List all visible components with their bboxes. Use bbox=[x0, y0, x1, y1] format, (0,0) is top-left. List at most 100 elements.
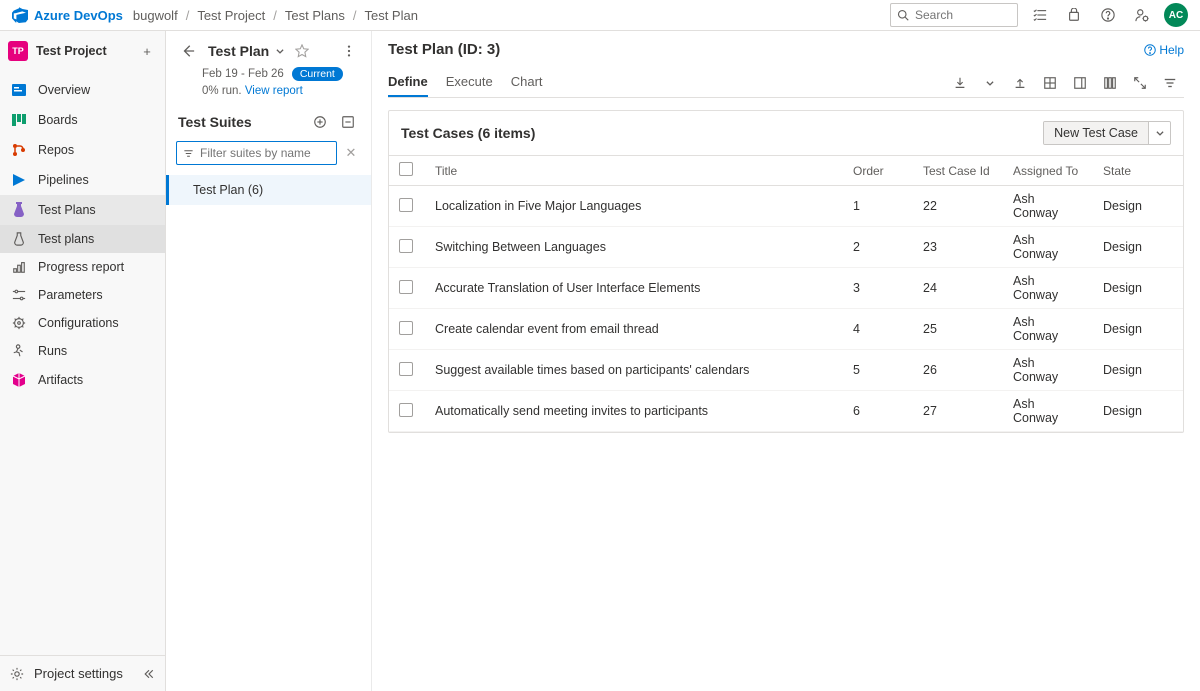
nav-boards[interactable]: Boards bbox=[0, 105, 165, 135]
person-settings-icon[interactable] bbox=[1130, 3, 1154, 27]
brand-name[interactable]: Azure DevOps bbox=[34, 8, 123, 23]
test-cases-card: Test Cases (6 items) New Test Case Title… bbox=[388, 110, 1184, 433]
checklist-icon[interactable] bbox=[1028, 3, 1052, 27]
search-field[interactable] bbox=[915, 8, 1011, 22]
project-settings-label: Project settings bbox=[34, 666, 123, 681]
tab-define[interactable]: Define bbox=[388, 68, 428, 97]
nav-label: Artifacts bbox=[38, 373, 83, 387]
help-button[interactable]: Help bbox=[1144, 43, 1184, 57]
subnav-parameters[interactable]: Parameters bbox=[0, 281, 165, 309]
back-button[interactable] bbox=[178, 41, 198, 61]
cell-assigned: Ash Conway bbox=[1003, 350, 1093, 391]
suites-title: Test Suites bbox=[178, 114, 303, 130]
configurations-icon bbox=[10, 314, 28, 332]
table-row[interactable]: Switching Between Languages223Ash Conway… bbox=[389, 227, 1183, 268]
crumb-sep: / bbox=[273, 8, 277, 23]
filter-suites-input[interactable] bbox=[176, 141, 337, 165]
row-checkbox[interactable] bbox=[399, 198, 413, 212]
nav-artifacts[interactable]: Artifacts bbox=[0, 365, 165, 395]
col-title[interactable]: Title bbox=[425, 156, 843, 186]
collapse-suite-button[interactable] bbox=[337, 111, 359, 133]
add-button[interactable]: + bbox=[137, 44, 157, 59]
nav-label: Overview bbox=[38, 83, 90, 97]
grid-button[interactable] bbox=[1036, 69, 1064, 97]
row-checkbox[interactable] bbox=[399, 321, 413, 335]
bag-icon[interactable] bbox=[1062, 3, 1086, 27]
collapse-icon[interactable] bbox=[143, 668, 155, 680]
subnav-progress-report[interactable]: Progress report bbox=[0, 253, 165, 281]
project-selector[interactable]: TP Test Project + bbox=[0, 31, 165, 71]
plan-run-pct: 0% run. bbox=[202, 85, 242, 97]
project-settings[interactable]: Project settings bbox=[0, 655, 165, 691]
search-input[interactable] bbox=[890, 3, 1018, 27]
col-assigned[interactable]: Assigned To bbox=[1003, 156, 1093, 186]
select-all-checkbox[interactable] bbox=[399, 162, 413, 176]
row-checkbox[interactable] bbox=[399, 362, 413, 376]
brand[interactable]: Azure DevOps bbox=[12, 7, 123, 23]
repos-icon bbox=[10, 141, 28, 159]
new-test-case-button[interactable]: New Test Case bbox=[1043, 121, 1171, 145]
new-test-case-label[interactable]: New Test Case bbox=[1044, 122, 1148, 144]
cell-id: 25 bbox=[913, 309, 1003, 350]
main-content: Test Plan (ID: 3) Help Define Execute Ch… bbox=[372, 31, 1200, 691]
filter-button[interactable] bbox=[1156, 69, 1184, 97]
crumb-project[interactable]: Test Project bbox=[197, 8, 265, 23]
cell-order: 2 bbox=[843, 227, 913, 268]
more-menu-button[interactable] bbox=[339, 41, 359, 61]
subnav-configurations[interactable]: Configurations bbox=[0, 309, 165, 337]
chevron-down-icon[interactable] bbox=[275, 46, 285, 56]
cell-state: Design bbox=[1093, 227, 1183, 268]
help-icon[interactable] bbox=[1096, 3, 1120, 27]
nav-label: Test Plans bbox=[38, 203, 96, 217]
subnav-runs[interactable]: Runs bbox=[0, 337, 165, 365]
cell-order: 6 bbox=[843, 391, 913, 432]
tab-chart[interactable]: Chart bbox=[511, 68, 543, 97]
import-button[interactable] bbox=[1006, 69, 1034, 97]
suite-item[interactable]: Test Plan (6) bbox=[166, 175, 371, 205]
export-button[interactable] bbox=[946, 69, 974, 97]
row-checkbox[interactable] bbox=[399, 239, 413, 253]
artifacts-icon bbox=[10, 371, 28, 389]
chevron-down-icon[interactable] bbox=[1148, 122, 1170, 144]
suite-item-label: Test Plan (6) bbox=[193, 183, 263, 197]
filter-field[interactable] bbox=[200, 146, 330, 160]
cell-assigned: Ash Conway bbox=[1003, 186, 1093, 227]
filter-icon bbox=[183, 148, 194, 159]
cell-state: Design bbox=[1093, 391, 1183, 432]
table-row[interactable]: Suggest available times based on partici… bbox=[389, 350, 1183, 391]
table-row[interactable]: Automatically send meeting invites to pa… bbox=[389, 391, 1183, 432]
col-id[interactable]: Test Case Id bbox=[913, 156, 1003, 186]
subnav-test-plans[interactable]: Test plans bbox=[0, 225, 165, 253]
table-row[interactable]: Accurate Translation of User Interface E… bbox=[389, 268, 1183, 309]
col-order[interactable]: Order bbox=[843, 156, 913, 186]
row-checkbox[interactable] bbox=[399, 280, 413, 294]
plan-name: Test Plan bbox=[208, 43, 269, 59]
column-options-button[interactable] bbox=[1096, 69, 1124, 97]
side-panel-button[interactable] bbox=[1066, 69, 1094, 97]
view-report-link[interactable]: View report bbox=[245, 85, 303, 97]
current-badge: Current bbox=[292, 67, 343, 81]
tab-execute[interactable]: Execute bbox=[446, 68, 493, 97]
nav-label: Boards bbox=[38, 113, 78, 127]
search-icon bbox=[897, 9, 909, 21]
crumb-sep: / bbox=[186, 8, 190, 23]
fullscreen-button[interactable] bbox=[1126, 69, 1154, 97]
row-checkbox[interactable] bbox=[399, 403, 413, 417]
crumb-leaf[interactable]: Test Plan bbox=[364, 8, 417, 23]
nav-test-plans[interactable]: Test Plans bbox=[0, 195, 165, 225]
export-chevron[interactable] bbox=[976, 69, 1004, 97]
avatar[interactable]: AC bbox=[1164, 3, 1188, 27]
nav-pipelines[interactable]: Pipelines bbox=[0, 165, 165, 195]
col-state[interactable]: State bbox=[1093, 156, 1183, 186]
cell-assigned: Ash Conway bbox=[1003, 309, 1093, 350]
pipelines-icon bbox=[10, 171, 28, 189]
add-suite-button[interactable] bbox=[309, 111, 331, 133]
nav-repos[interactable]: Repos bbox=[0, 135, 165, 165]
table-row[interactable]: Create calendar event from email thread4… bbox=[389, 309, 1183, 350]
close-icon[interactable]: ✕ bbox=[341, 145, 361, 161]
star-icon[interactable] bbox=[295, 44, 309, 58]
crumb-area[interactable]: Test Plans bbox=[285, 8, 345, 23]
table-row[interactable]: Localization in Five Major Languages122A… bbox=[389, 186, 1183, 227]
nav-overview[interactable]: Overview bbox=[0, 75, 165, 105]
crumb-org[interactable]: bugwolf bbox=[133, 8, 178, 23]
